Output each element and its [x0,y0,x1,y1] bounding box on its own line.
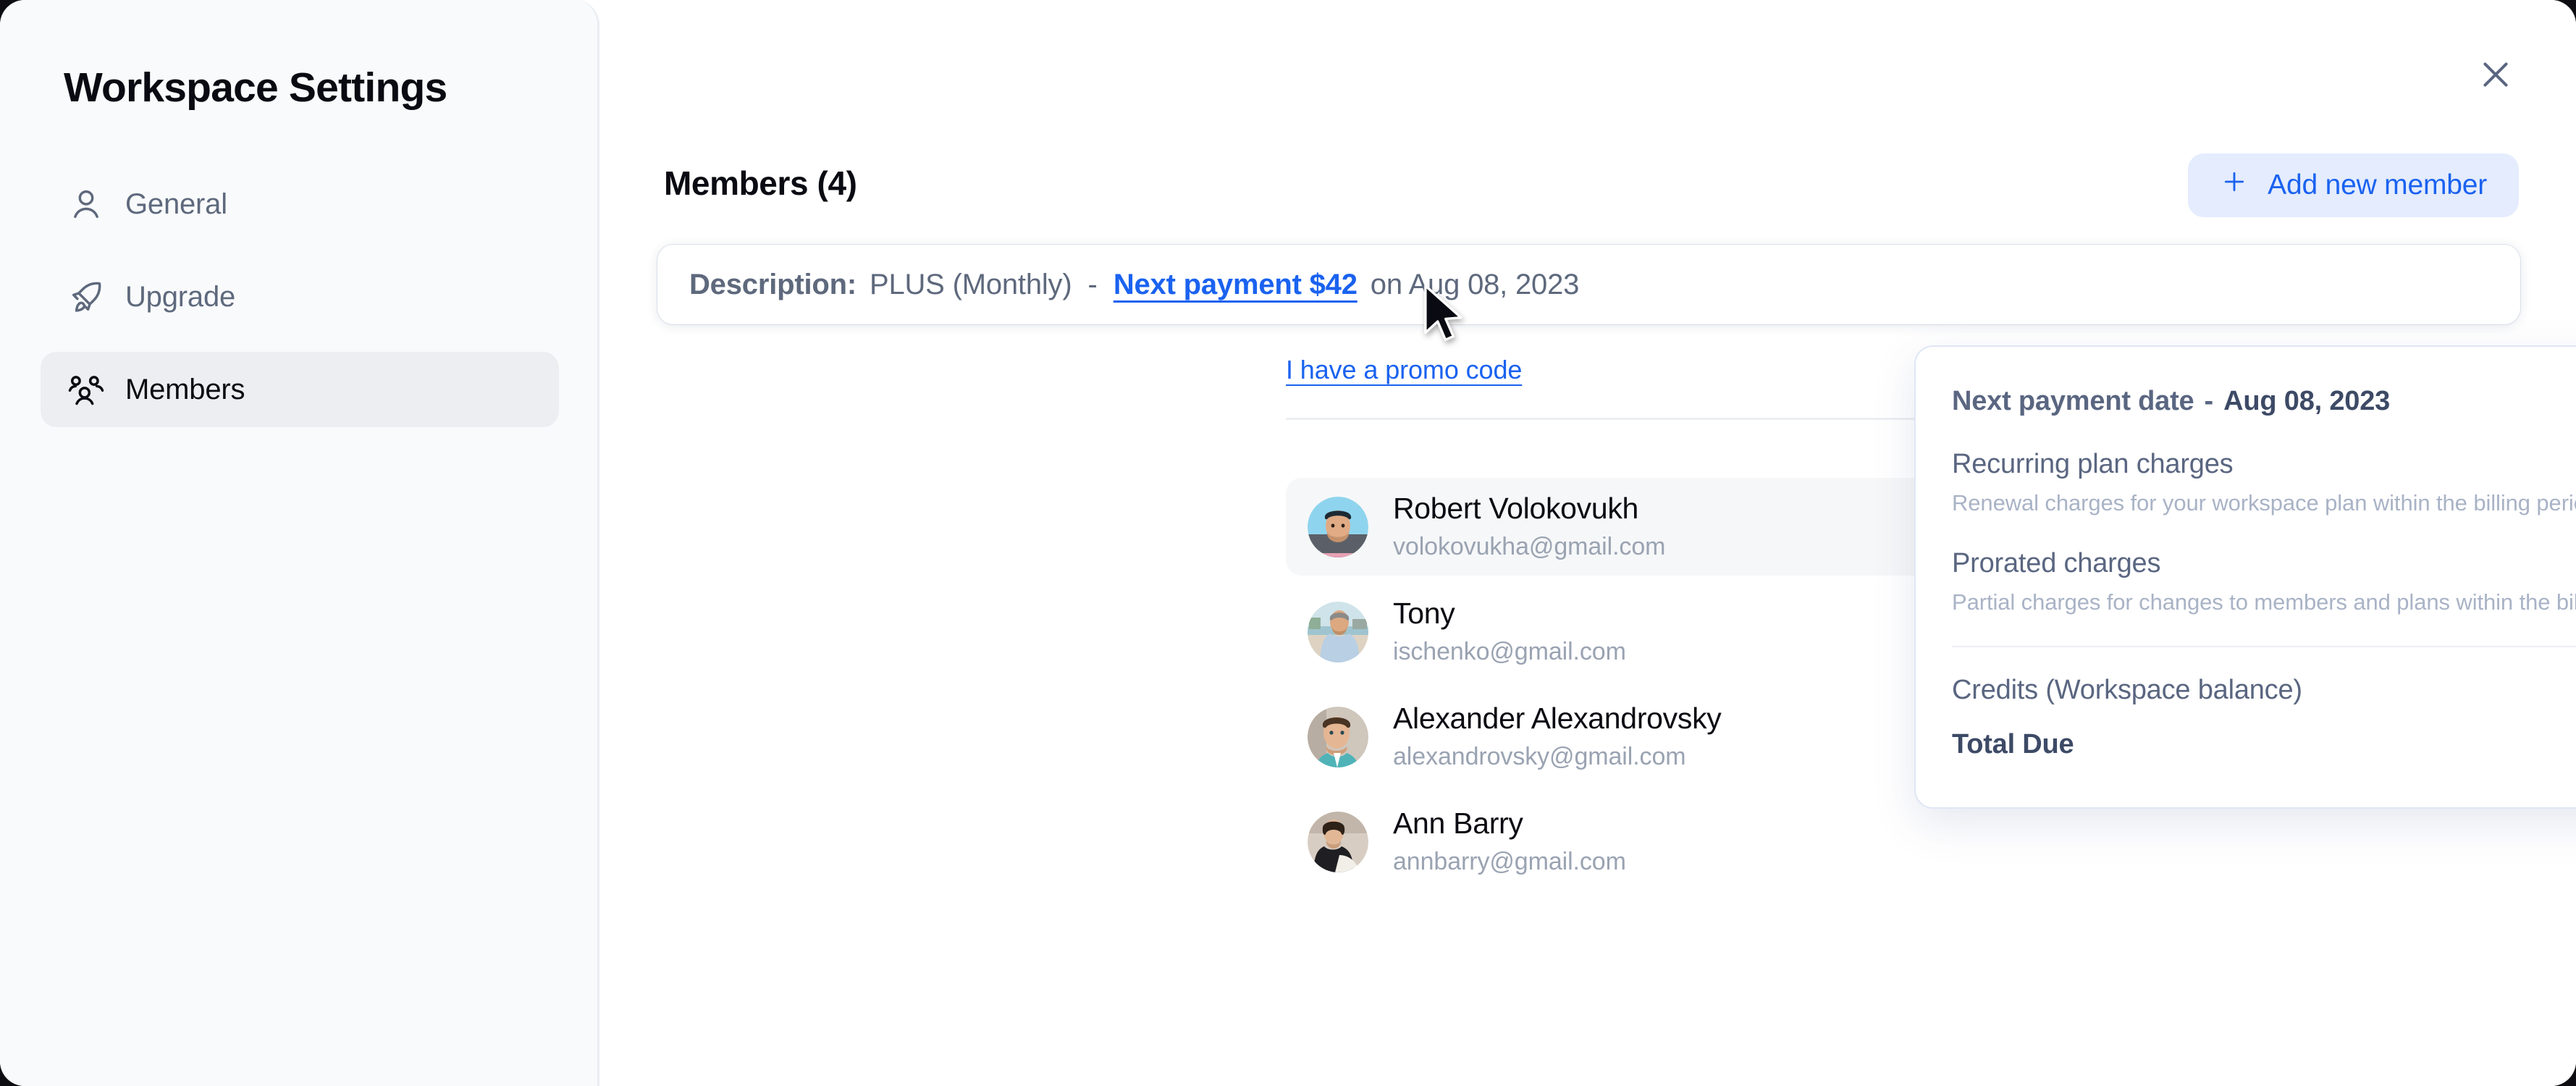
add-new-member-button[interactable]: Add new member [2188,153,2519,217]
next-payment-link[interactable]: Next payment $42 [1114,269,1358,301]
member-name: Ann Barry [1393,807,1523,841]
popup-date-label: Next payment date [1952,386,2194,416]
charge-line-prorated: Prorated charges $12.00 Partial charges … [1952,548,2576,615]
promo-code-link[interactable]: I have a promo code [1286,355,1522,385]
member-info: Tony ischenko@gmail.com [1393,596,1626,668]
member-info: Alexander Alexandrovsky alexandrovsky@gm… [1393,701,1722,773]
member-email: alexandrovsky@gmail.com [1393,742,1686,770]
credits-row: Credits (Workspace balance) $0 [1952,675,2576,706]
charge-description: Partial charges for changes to members a… [1952,589,2576,615]
subscription-description-bar: Description: PLUS (Monthly) - Next payme… [657,245,2520,324]
sidebar-item-members[interactable]: Members [41,352,559,427]
member-name: Tony [1393,597,1455,631]
sidebar-item-general[interactable]: General [41,167,559,242]
rocket-icon [67,278,105,316]
member-name: Robert Volokovukh [1393,492,1639,526]
avatar [1308,601,1368,662]
users-icon [67,371,105,408]
member-email: volokovukha@gmail.com [1393,532,1666,560]
charge-head: Prorated charges $12.00 [1952,548,2576,579]
member-info: Ann Barry annbarry@gmail.com [1393,806,1626,877]
member-email: ischenko@gmail.com [1393,637,1626,665]
close-button[interactable] [2472,52,2520,100]
close-icon [2478,56,2514,96]
workspace-settings-modal: Workspace Settings General Upgrade Membe… [0,0,2576,1086]
description-label: Description: [689,268,856,300]
members-heading: Members (4) [664,164,857,202]
description-plan: PLUS (Monthly) [869,268,1072,300]
member-email: annbarry@gmail.com [1393,847,1626,875]
popup-date-value: Aug 08, 2023 [2223,386,2391,416]
page-title: Workspace Settings [64,64,447,111]
description-dash: - [1087,268,1098,300]
add-new-member-label: Add new member [2268,169,2487,201]
plus-icon [2220,167,2249,203]
member-info: Robert Volokovukh volokovukha@gmail.com [1393,491,1665,563]
next-payment-popup: Next payment date - Aug 08, 2023 Recurri… [1914,345,2576,809]
charge-description: Renewal charges for your workspace plan … [1952,490,2576,515]
charge-head: Recurring plan charges $30.00 [1952,449,2576,480]
credits-label: Credits (Workspace balance) [1952,675,2302,705]
sidebar-item-label: Members [125,373,245,405]
sidebar-nav: General Upgrade Members [41,167,559,445]
popup-date-dash: - [2204,386,2214,416]
sidebar-item-upgrade[interactable]: Upgrade [41,259,559,334]
total-due-row: Total Due $42 [1952,729,2576,760]
avatar [1308,706,1368,767]
sidebar-item-label: General [125,188,227,220]
user-icon [67,185,105,223]
sidebar: Workspace Settings General Upgrade Membe… [0,0,599,1086]
charge-title: Prorated charges [1952,548,2161,578]
charge-title: Recurring plan charges [1952,449,2234,479]
popup-divider [1952,646,2576,647]
avatar [1308,811,1368,872]
member-name: Alexander Alexandrovsky [1393,702,1722,736]
avatar [1308,496,1368,557]
sidebar-item-label: Upgrade [125,280,236,313]
total-due-label: Total Due [1952,729,2074,759]
next-payment-date-text: on Aug 08, 2023 [1370,268,1580,300]
popup-date-line: Next payment date - Aug 08, 2023 [1952,386,2576,417]
main-panel: Members (4) Add new member Description: … [602,0,2576,1086]
charge-line-recurring: Recurring plan charges $30.00 Renewal ch… [1952,449,2576,516]
